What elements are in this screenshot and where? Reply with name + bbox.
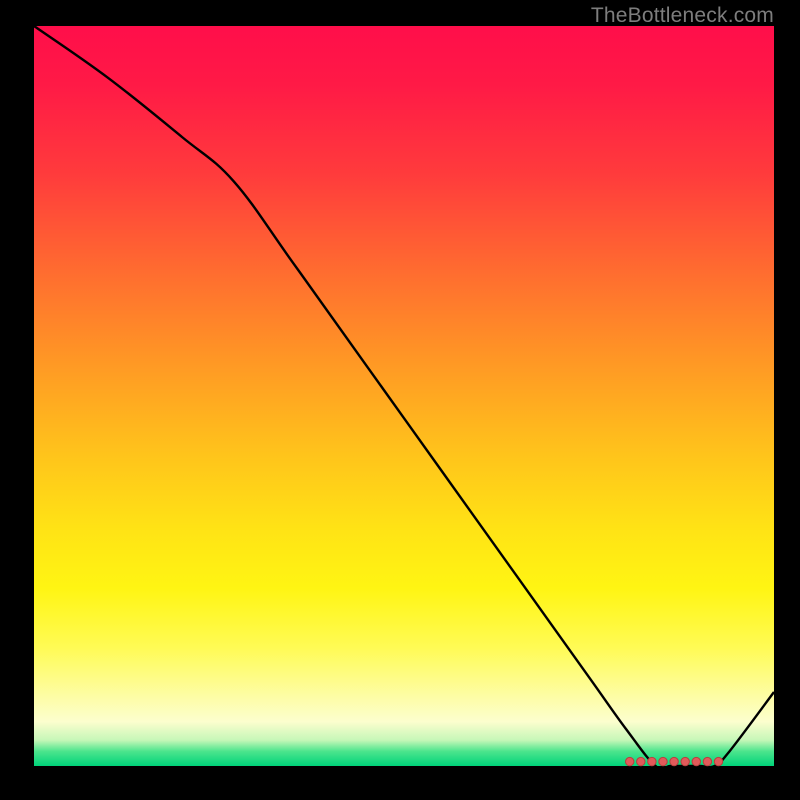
sweet-spot-marker — [648, 757, 656, 765]
sweet-spot-marker — [681, 757, 689, 765]
attribution-label: TheBottleneck.com — [591, 4, 774, 28]
sweet-spot-marker — [659, 757, 667, 765]
sweet-spot-marker — [714, 757, 722, 765]
sweet-spot-marker — [703, 757, 711, 765]
sweet-spot-marker — [670, 757, 678, 765]
chart-stage: TheBottleneck.com — [0, 0, 800, 800]
bottleneck-curve-line — [34, 26, 774, 769]
sweet-spot-markers — [626, 757, 723, 765]
sweet-spot-marker — [626, 757, 634, 765]
plot-area — [34, 26, 774, 766]
chart-svg — [34, 26, 774, 766]
sweet-spot-marker — [637, 757, 645, 765]
sweet-spot-marker — [692, 757, 700, 765]
